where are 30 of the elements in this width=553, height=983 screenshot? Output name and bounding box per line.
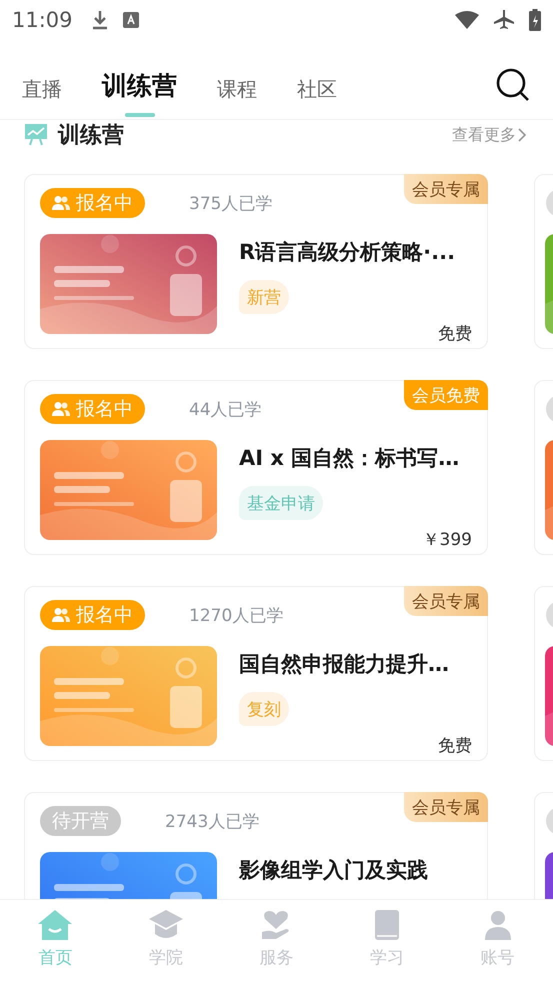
- price: ￥399: [422, 529, 472, 551]
- learner-count: 375人已学: [189, 192, 272, 214]
- course-card[interactable]: 报名中 44人已学 会员免费 AI x 国自然：标书写… 基金申请 ￥399: [24, 380, 488, 555]
- category-tag: 新营: [239, 280, 289, 314]
- status-badge: 报名中: [40, 188, 145, 218]
- price: 免费: [438, 735, 472, 757]
- section-title: 训练营: [58, 122, 124, 150]
- learner-count: 1270人已学: [189, 604, 284, 626]
- price: 免费: [438, 323, 472, 345]
- membership-badge: 会员免费: [404, 380, 488, 410]
- tab[interactable]: 课程: [217, 59, 257, 119]
- category-tag: 基金申请: [239, 486, 323, 520]
- tab[interactable]: 社区: [297, 59, 337, 119]
- course-title: AI x 国自然：标书写…: [239, 445, 460, 472]
- category-tag: 复刻: [239, 692, 289, 726]
- tab[interactable]: 训练营: [102, 53, 177, 119]
- membership-badge: 会员专属: [404, 586, 488, 616]
- membership-badge: 会员专属: [404, 792, 488, 822]
- learner-count: 2743人已学: [165, 810, 260, 832]
- status-badge: 报名中: [40, 394, 145, 424]
- course-title: R语言高级分析策略·...: [239, 239, 456, 266]
- membership-badge: 会员专属: [404, 174, 488, 204]
- status-badge: 报名中: [40, 600, 145, 630]
- course-card[interactable]: 报名中 1270人已学 会员专属 国自然申报能力提升… 复刻 免费: [24, 586, 488, 761]
- course-title: 影像组学入门及实践: [239, 857, 429, 884]
- learner-count: 44人已学: [189, 398, 262, 420]
- status-time: 11:09: [12, 8, 73, 32]
- tab[interactable]: 直播: [22, 59, 62, 119]
- course-title: 国自然申报能力提升…: [239, 651, 450, 678]
- course-card[interactable]: 报名中 375人已学 会员专属 R语言高级分析策略·... 新营 免费: [24, 174, 488, 349]
